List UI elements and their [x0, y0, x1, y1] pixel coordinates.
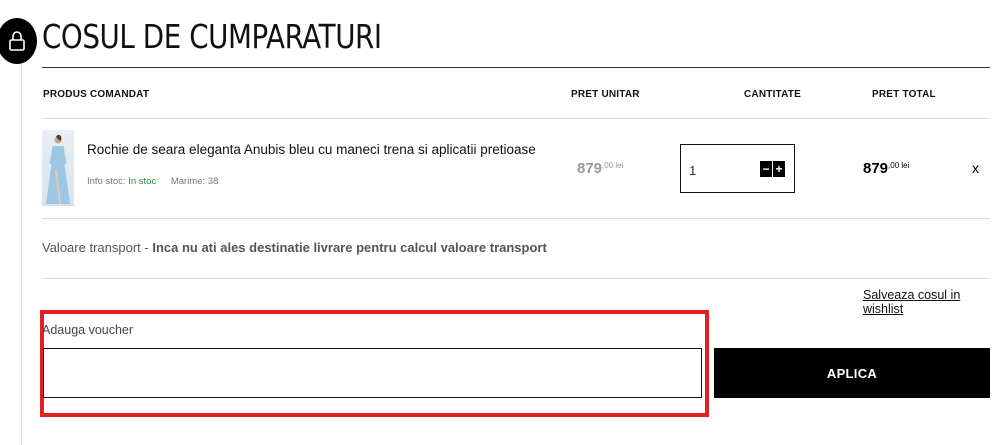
column-header-total-price: PRET TOTAL: [872, 89, 936, 100]
product-name[interactable]: Rochie de seara eleganta Anubis bleu cu …: [87, 142, 536, 157]
quantity-value[interactable]: 1: [689, 163, 696, 178]
column-header-product: PRODUS COMANDAT: [43, 89, 150, 100]
stock-status: In stoc: [128, 176, 157, 187]
unit-price: 879,00 lei: [577, 160, 623, 177]
transport-info: Valoare transport - Inca nu ati ales des…: [42, 240, 547, 255]
quantity-decrease-button[interactable]: −: [760, 161, 772, 177]
total-price-value: 879: [863, 160, 889, 177]
transport-value: Inca nu ati ales destinatie livrare pent…: [152, 240, 547, 255]
unit-price-decimals: ,00 lei: [602, 161, 624, 170]
size-label: Marime: 38: [170, 176, 219, 187]
total-price-decimals: ,00 lei: [888, 161, 910, 170]
page-title: COSUL DE CUMPARATURI: [42, 17, 382, 56]
apply-voucher-button[interactable]: APLICA: [714, 348, 990, 398]
left-guide-line: [21, 64, 22, 445]
product-meta: Info stoc: In stoc Marime: 38: [87, 176, 218, 187]
total-price: 879,00 lei: [863, 160, 909, 177]
item-divider: [42, 218, 990, 219]
column-header-quantity: CANTITATE: [744, 89, 801, 100]
save-cart-wishlist-link[interactable]: Salveaza cosul in wishlist: [863, 288, 1000, 316]
voucher-input[interactable]: [43, 348, 702, 398]
product-thumbnail[interactable]: [42, 130, 74, 206]
cart-lock-icon: [0, 18, 37, 64]
voucher-label: Adauga voucher: [42, 323, 134, 337]
transport-label: Valoare transport -: [42, 240, 149, 255]
transport-divider: [42, 278, 990, 279]
column-header-unit-price: PRET UNITAR: [571, 89, 640, 100]
unit-price-value: 879: [577, 160, 603, 177]
quantity-stepper[interactable]: 1 − +: [680, 144, 795, 193]
stock-label: Info stoc:: [87, 176, 126, 187]
remove-item-button[interactable]: x: [972, 160, 979, 176]
quantity-increase-button[interactable]: +: [773, 161, 785, 177]
header-divider: [42, 118, 990, 119]
title-divider: [42, 67, 990, 68]
